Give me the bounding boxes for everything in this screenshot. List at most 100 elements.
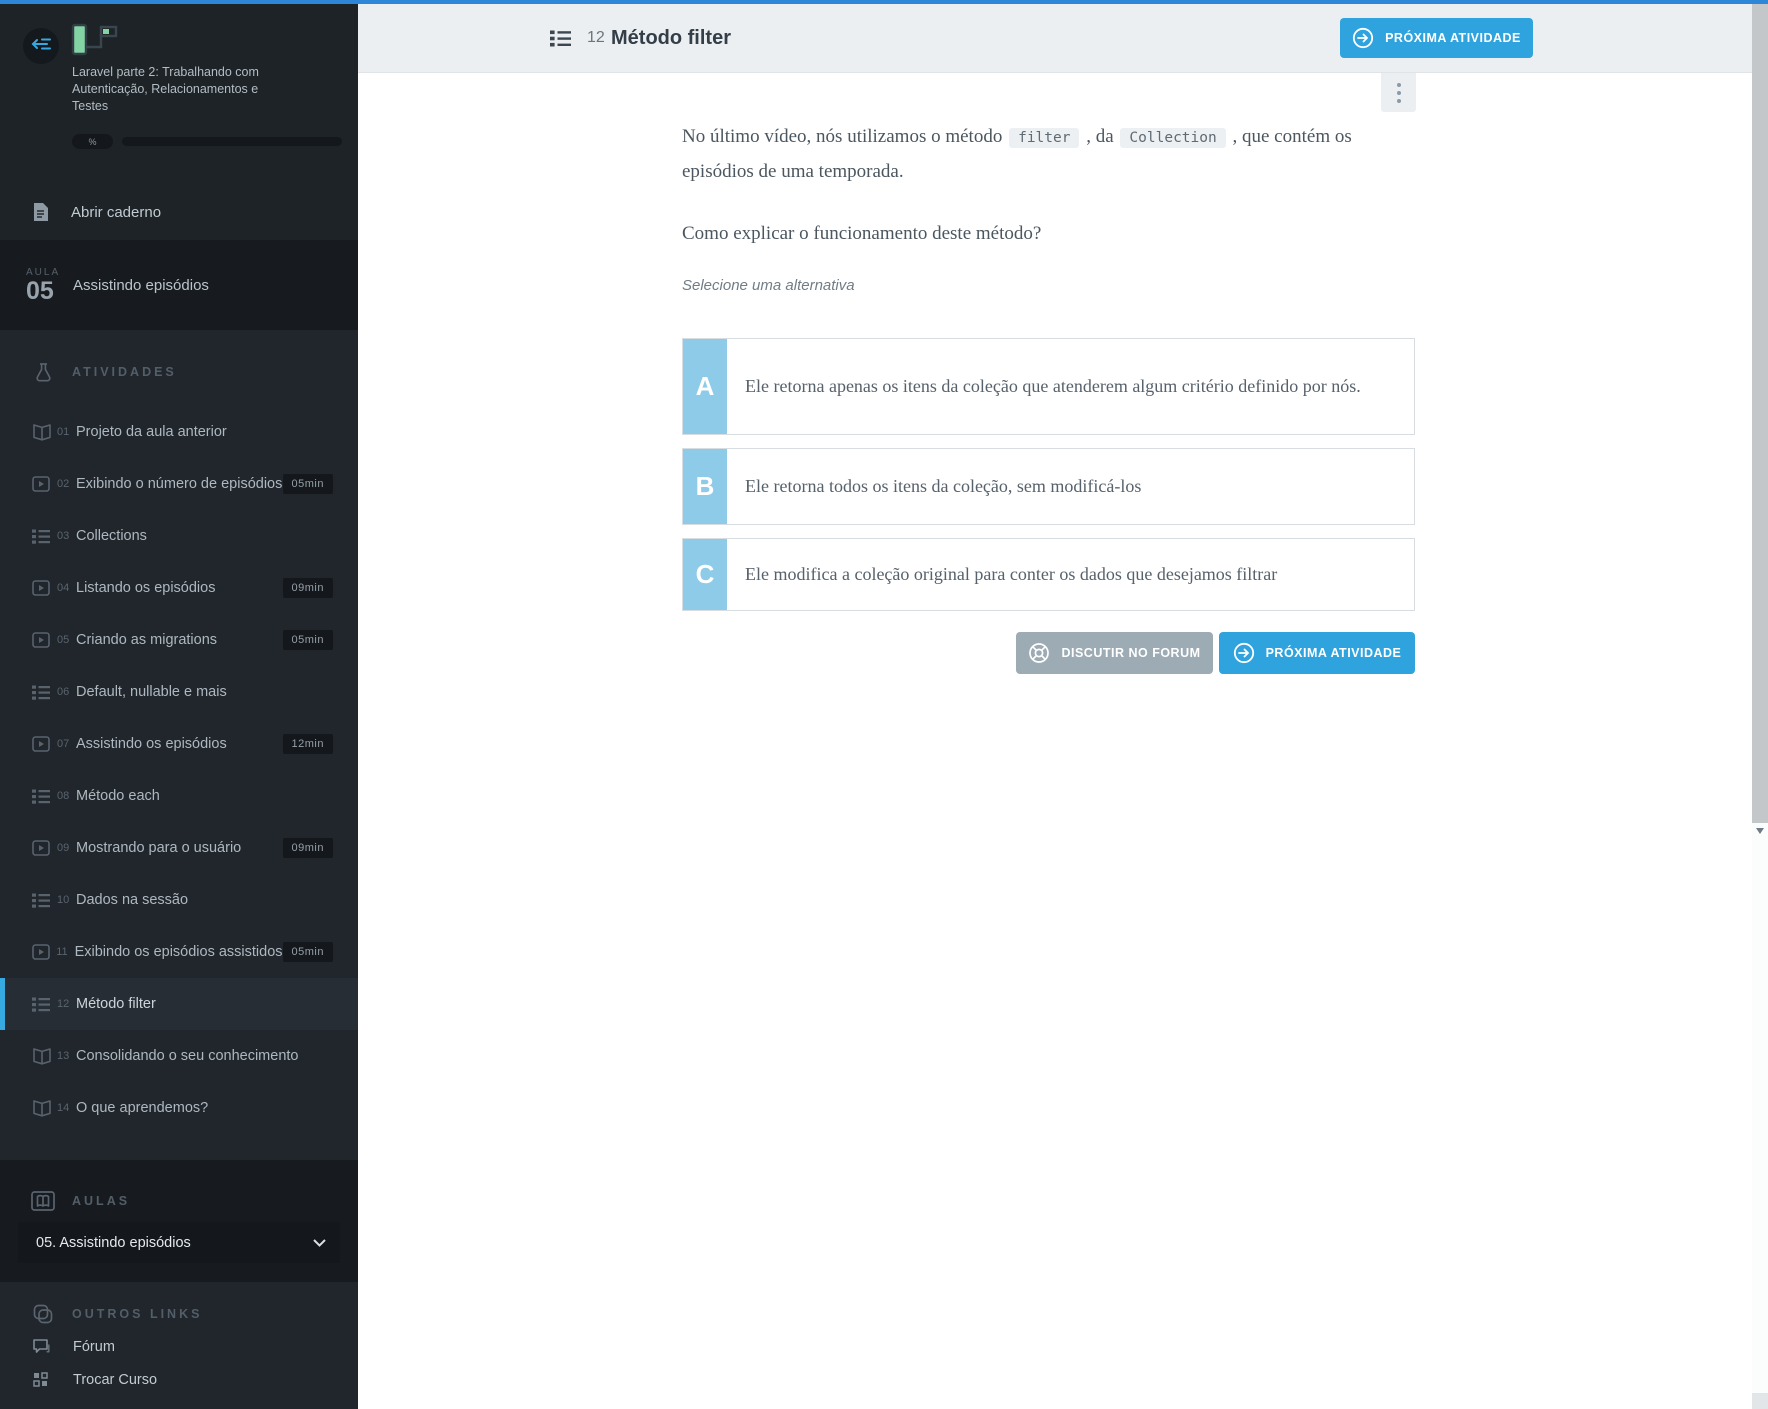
- list-icon: [32, 529, 54, 544]
- alternatives-list: A Ele retorna apenas os itens da coleção…: [682, 338, 1415, 611]
- alternative-a-text: Ele retorna apenas os itens da coleção q…: [727, 339, 1389, 434]
- other-links-section: OUTROS LINKS Fórum Trocar Curso: [0, 1282, 358, 1409]
- progress-bar: [122, 137, 342, 146]
- lifebuoy-icon: [1028, 642, 1050, 664]
- discuss-forum-button-label: DISCUTIR NO FORUM: [1061, 646, 1200, 660]
- next-activity-button-top[interactable]: PRÓXIMA ATIVIDADE: [1340, 18, 1533, 58]
- activity-item-04[interactable]: 04 Listando os episódios 09min: [0, 562, 358, 614]
- activity-item-01[interactable]: 01 Projeto da aula anterior: [0, 406, 358, 458]
- progress-percent-badge: %: [72, 134, 113, 149]
- activity-header: 12 Método filter PRÓXIMA ATIVIDADE: [358, 4, 1752, 73]
- video-icon: [32, 476, 54, 492]
- activity-item-13[interactable]: 13 Consolidando o seu conhecimento: [0, 1030, 358, 1082]
- activity-item-03[interactable]: 03 Collections: [0, 510, 358, 562]
- activity-item-06[interactable]: 06 Default, nullable e mais: [0, 666, 358, 718]
- discuss-forum-button[interactable]: DISCUTIR NO FORUM: [1016, 632, 1213, 674]
- forum-link[interactable]: Fórum: [0, 1330, 358, 1363]
- activity-item-08[interactable]: 08 Método each: [0, 770, 358, 822]
- activity-item-07[interactable]: 07 Assistindo os episódios 12min: [0, 718, 358, 770]
- question-actions: DISCUTIR NO FORUM PRÓXIMA ATIVIDADE: [682, 632, 1415, 674]
- next-activity-button-top-label: PRÓXIMA ATIVIDADE: [1385, 31, 1521, 45]
- question-paragraph-1: No último vídeo, nós utilizamos o método…: [682, 73, 1382, 189]
- list-icon: [32, 893, 54, 908]
- video-icon: [32, 736, 54, 752]
- video-icon: [32, 944, 53, 960]
- question-area: No último vídeo, nós utilizamos o método…: [682, 73, 1415, 674]
- aulas-section: AULAS 05. Assistindo episódios: [0, 1160, 358, 1282]
- duration-badge: 09min: [283, 578, 333, 598]
- alternative-b-text: Ele retorna todos os itens da coleção, s…: [727, 449, 1169, 524]
- notebook-icon: [33, 203, 48, 221]
- alternative-c[interactable]: C Ele modifica a coleção original para c…: [682, 538, 1415, 611]
- activities-section-header: ATIVIDADES: [0, 330, 358, 392]
- activity-item-10[interactable]: 10 Dados na sessão: [0, 874, 358, 926]
- activity-item-02[interactable]: 02 Exibindo o número de episódios 05min: [0, 458, 358, 510]
- alternative-b[interactable]: B Ele retorna todos os itens da coleção,…: [682, 448, 1415, 525]
- duration-badge: 12min: [283, 734, 333, 754]
- duration-badge: 05min: [283, 630, 333, 650]
- switch-course-link[interactable]: Trocar Curso: [0, 1363, 358, 1396]
- activity-list-icon: [550, 30, 571, 47]
- video-icon: [32, 580, 54, 596]
- alternative-a[interactable]: A Ele retorna apenas os itens da coleção…: [682, 338, 1415, 435]
- activity-item-11[interactable]: 11 Exibindo os episódios assistidos 05mi…: [0, 926, 358, 978]
- sidebar-course-header: Laravel parte 2: Trabalhando com Autenti…: [0, 4, 358, 240]
- collapse-sidebar-button[interactable]: [23, 28, 59, 64]
- flask-icon: [31, 363, 55, 382]
- aulas-section-header: AULAS: [0, 1160, 358, 1218]
- book-icon: [32, 1048, 54, 1065]
- alternative-a-letter: A: [683, 339, 727, 434]
- activities-section-title: ATIVIDADES: [72, 365, 177, 379]
- book-icon: [32, 424, 54, 441]
- video-icon: [32, 840, 54, 856]
- lesson-number: 05: [26, 278, 73, 304]
- other-links-section-header: OUTROS LINKS: [0, 1282, 358, 1330]
- activities-section: ATIVIDADES 01 Projeto da aula anterior 0…: [0, 330, 358, 1160]
- aulas-section-title: AULAS: [72, 1194, 130, 1208]
- video-icon: [32, 632, 54, 648]
- list-icon: [32, 997, 54, 1012]
- activity-item-05[interactable]: 05 Criando as migrations 05min: [0, 614, 358, 666]
- scroll-down-arrow-icon[interactable]: [1756, 828, 1764, 834]
- current-lesson-banner[interactable]: AULA 05 Assistindo episódios: [0, 240, 358, 330]
- arrow-right-circle-icon: [1233, 642, 1255, 664]
- question-paragraph-2: Como explicar o funcionamento deste méto…: [682, 217, 1415, 251]
- other-links-section-title: OUTROS LINKS: [72, 1307, 202, 1321]
- open-notebook-label: Abrir caderno: [71, 204, 161, 221]
- activity-title: Método filter: [611, 27, 731, 50]
- next-activity-button-bottom[interactable]: PRÓXIMA ATIVIDADE: [1219, 632, 1415, 674]
- main-content: 12 Método filter PRÓXIMA ATIVIDADE No úl…: [358, 4, 1752, 1409]
- links-icon: [31, 1304, 55, 1324]
- grid-icon: [33, 1372, 53, 1387]
- chevron-down-icon: [313, 1239, 326, 1247]
- vertical-scrollbar[interactable]: [1752, 4, 1768, 1409]
- book-icon: [32, 1100, 54, 1117]
- activity-item-14[interactable]: 14 O que aprendemos?: [0, 1082, 358, 1134]
- top-accent-line: [0, 0, 1768, 4]
- lesson-selector-dropdown[interactable]: 05. Assistindo episódios: [18, 1222, 340, 1263]
- select-alternative-helper: Selecione uma alternativa: [682, 277, 1415, 294]
- list-icon: [32, 685, 54, 700]
- scrollbar-thumb[interactable]: [1752, 4, 1768, 823]
- activity-item-09[interactable]: 09 Mostrando para o usuário 09min: [0, 822, 358, 874]
- open-notebook-button[interactable]: Abrir caderno: [0, 190, 358, 234]
- alternative-c-letter: C: [683, 539, 727, 610]
- inline-code: Collection: [1120, 128, 1225, 148]
- duration-badge: 05min: [283, 474, 333, 494]
- lesson-title: Assistindo episódios: [73, 277, 209, 294]
- next-activity-button-bottom-label: PRÓXIMA ATIVIDADE: [1266, 646, 1402, 660]
- sidebar: Laravel parte 2: Trabalhando com Autenti…: [0, 4, 358, 1409]
- course-title[interactable]: Laravel parte 2: Trabalhando com Autenti…: [72, 64, 287, 115]
- activity-item-12-current[interactable]: 12 Método filter: [0, 978, 358, 1030]
- list-icon: [32, 789, 54, 804]
- lesson-selector-value: 05. Assistindo episódios: [36, 1235, 313, 1251]
- arrow-right-circle-icon: [1352, 27, 1374, 49]
- activity-number: 12: [587, 29, 605, 47]
- lesson-kicker: AULA: [26, 267, 73, 278]
- open-book-icon: [31, 1191, 55, 1211]
- alternative-b-letter: B: [683, 449, 727, 524]
- scrollbar-corner: [1752, 1393, 1768, 1409]
- alternative-c-text: Ele modifica a coleção original para con…: [727, 539, 1305, 610]
- course-logo[interactable]: [70, 22, 128, 69]
- inline-code: filter: [1009, 128, 1079, 148]
